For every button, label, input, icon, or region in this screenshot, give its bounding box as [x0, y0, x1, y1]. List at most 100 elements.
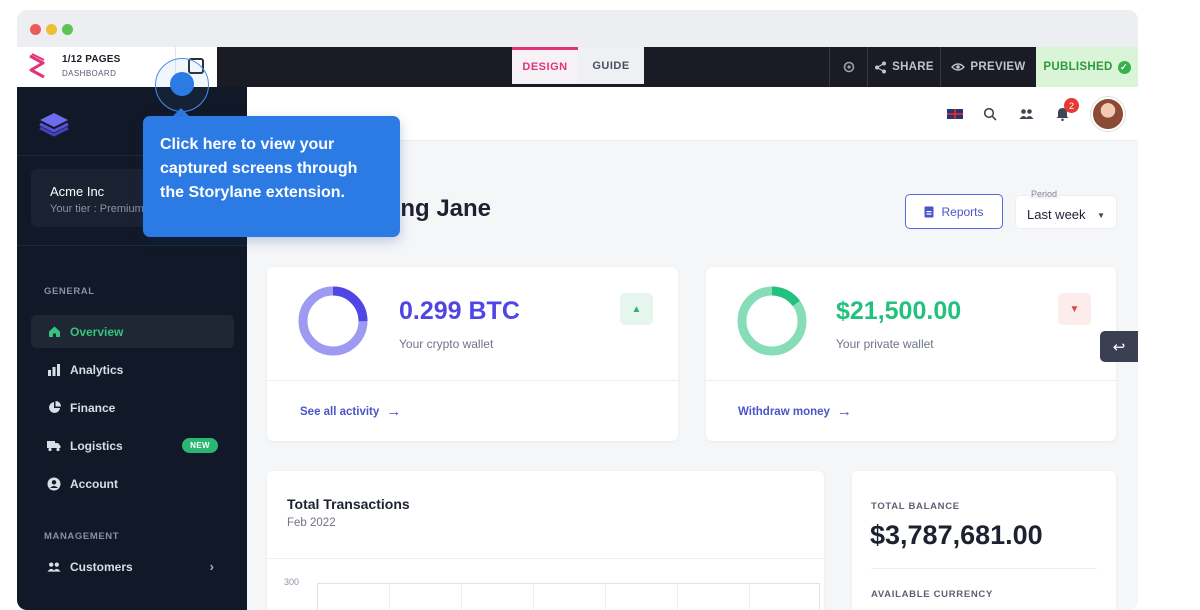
period-value: Last week: [1027, 207, 1086, 222]
window-titlebar: [17, 10, 1138, 47]
org-name: Acme Inc: [50, 184, 105, 199]
trend-up-button[interactable]: ▲: [620, 293, 653, 325]
bar-chart-icon: [47, 363, 61, 377]
wallet-label: Your private wallet: [836, 337, 934, 351]
wallet-amount: 0.299 BTC: [399, 297, 520, 325]
arrow-right-icon: →: [386, 403, 402, 420]
share-button[interactable]: SHARE: [867, 47, 940, 87]
sidebar-item-analytics[interactable]: Analytics: [31, 353, 234, 386]
chart-gridline: [389, 583, 390, 610]
chevron-down-icon: ▼: [1069, 303, 1080, 315]
section-label-general: GENERAL: [44, 286, 95, 297]
users-icon: [1019, 109, 1033, 119]
share-icon: [875, 61, 887, 73]
chart-gridline: [819, 583, 820, 610]
avatar[interactable]: [1091, 97, 1125, 131]
truck-icon: [47, 439, 61, 453]
notification-count-badge: 2: [1064, 98, 1079, 113]
balance-label: TOTAL BALANCE: [871, 501, 960, 512]
period-label: Period: [1028, 189, 1061, 199]
user-circle-icon: [47, 477, 61, 491]
hotspot-dot[interactable]: [170, 72, 194, 96]
preview-button[interactable]: PREVIEW: [940, 47, 1036, 87]
published-button[interactable]: PUBLISHED ✓: [1036, 47, 1138, 87]
reports-label: Reports: [941, 204, 984, 219]
wallet-amount: $21,500.00: [836, 297, 962, 325]
sidebar-item-customers[interactable]: Customers ›: [31, 550, 234, 583]
page-selector[interactable]: 1/12 PAGES DASHBOARD: [17, 47, 175, 87]
balance-amount: $3,787,681.00: [870, 520, 1043, 550]
published-label: PUBLISHED: [1043, 61, 1113, 73]
eye-icon: [951, 63, 966, 71]
maximize-window-button[interactable]: [62, 24, 73, 35]
sidebar-item-account[interactable]: Account: [31, 467, 234, 500]
total-transactions-card: Total Transactions Feb 2022 300: [267, 471, 824, 610]
private-wallet-card: $21,500.00 Your private wallet ▼ Withdra…: [706, 267, 1116, 441]
storylane-logo-icon: [29, 53, 45, 79]
wallet-label: Your crypto wallet: [399, 337, 494, 351]
minimize-window-button[interactable]: [46, 24, 57, 35]
users-icon: [47, 560, 61, 574]
sidebar-item-label: Logistics: [70, 438, 123, 453]
reports-button[interactable]: Reports: [905, 194, 1003, 229]
period-dropdown[interactable]: Last week ▼ Period: [1015, 185, 1117, 229]
preview-label: PREVIEW: [970, 61, 1026, 73]
undo-button[interactable]: ↩: [1100, 331, 1138, 362]
see-all-activity-link[interactable]: See all activity →: [300, 403, 401, 420]
card-divider: [267, 558, 824, 559]
language-flag-icon[interactable]: [947, 109, 963, 119]
card-divider: [706, 380, 1116, 381]
sidebar-item-label: Customers: [70, 559, 133, 574]
check-icon: ✓: [1117, 60, 1131, 74]
private-wallet-ring-chart: [737, 286, 807, 356]
section-label-management: MANAGEMENT: [44, 531, 120, 542]
sidebar-divider: [17, 245, 247, 246]
chart-gridline: [461, 583, 462, 610]
chart-gridline: [677, 583, 678, 610]
card-divider: [267, 380, 678, 381]
sidebar-item-logistics[interactable]: Logistics NEW: [31, 429, 234, 462]
period-select[interactable]: Last week ▼: [1015, 195, 1117, 229]
crypto-wallet-card: 0.299 BTC Your crypto wallet ▲ See all a…: [267, 267, 678, 441]
link-label: See all activity: [300, 405, 380, 418]
search-icon: [983, 107, 997, 121]
card-title: Total Transactions: [287, 496, 410, 512]
chart-gridline: [533, 583, 534, 610]
sidebar-item-label: Overview: [70, 324, 124, 339]
org-tier: Your tier : Premium: [50, 203, 144, 215]
crypto-wallet-ring-chart: [298, 286, 368, 356]
home-icon: [47, 325, 61, 339]
tab-guide[interactable]: GUIDE: [578, 47, 644, 84]
close-window-button[interactable]: [30, 24, 41, 35]
settings-button[interactable]: [829, 47, 867, 87]
new-badge: NEW: [182, 438, 218, 453]
share-label: SHARE: [892, 61, 934, 73]
sidebar-item-label: Analytics: [70, 362, 124, 377]
trend-down-button[interactable]: ▼: [1058, 293, 1091, 325]
card-subtitle: Feb 2022: [287, 517, 336, 529]
chevron-right-icon: ›: [209, 559, 214, 574]
app-logo-icon: [39, 113, 69, 137]
guide-tooltip[interactable]: Click here to view your captured screens…: [143, 116, 400, 237]
tab-design[interactable]: DESIGN: [512, 47, 578, 84]
total-balance-card: TOTAL BALANCE $3,787,681.00 AVAILABLE CU…: [852, 471, 1116, 610]
card-divider: [871, 568, 1097, 569]
sidebar-item-label: Account: [70, 476, 118, 491]
org-switcher[interactable]: Acme Inc Your tier : Premium: [31, 169, 161, 227]
caret-down-icon: ▼: [1097, 211, 1105, 220]
gear-icon: [843, 61, 854, 73]
pages-count: 1/12 PAGES: [62, 54, 121, 65]
chart-gridline: [317, 583, 318, 610]
chart-gridline: [749, 583, 750, 610]
chevron-up-icon: ▲: [631, 303, 642, 315]
undo-icon: ↩: [1112, 338, 1126, 356]
team-button[interactable]: [1017, 105, 1035, 123]
chart-gridline: [605, 583, 606, 610]
withdraw-money-link[interactable]: Withdraw money →: [738, 403, 852, 420]
sidebar-item-overview[interactable]: Overview: [31, 315, 234, 348]
sidebar-item-label: Finance: [70, 400, 116, 415]
sidebar-item-finance[interactable]: Finance: [31, 391, 234, 424]
y-axis-tick: 300: [284, 577, 300, 587]
pie-chart-icon: [47, 401, 61, 415]
search-button[interactable]: [981, 105, 999, 123]
